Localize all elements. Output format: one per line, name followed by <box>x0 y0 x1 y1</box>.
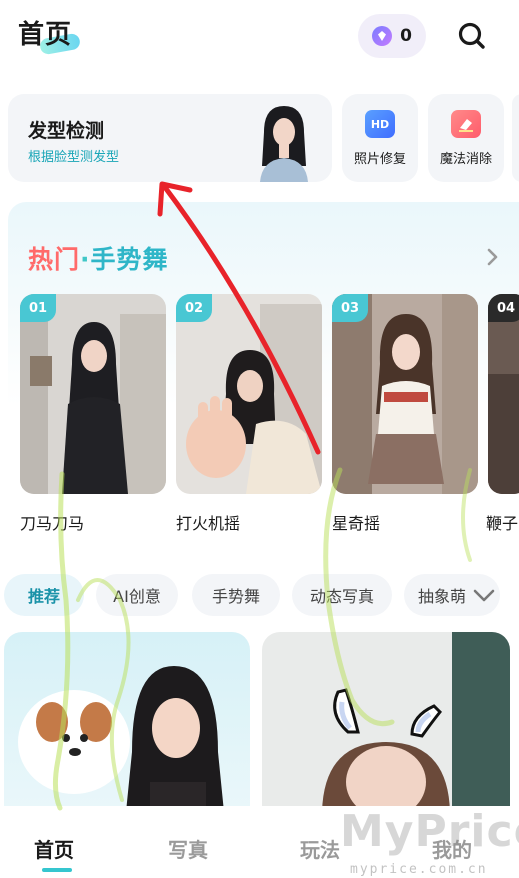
eraser-icon <box>451 110 481 138</box>
rank-badge: 02 <box>176 294 212 322</box>
rank-badge: 04 <box>488 294 519 322</box>
video-card-2[interactable]: 02 <box>176 294 322 494</box>
coin-balance-button[interactable]: 0 <box>358 14 426 58</box>
category-tab-recommend[interactable]: 推荐 <box>4 574 84 616</box>
photo-repair-button[interactable]: HD 照片修复 <box>342 94 418 182</box>
page-title: 首页 <box>18 20 73 50</box>
nav-tab-play[interactable]: 玩法 <box>300 834 340 863</box>
feed-card-1[interactable] <box>4 632 250 812</box>
video-title: 鞭子 <box>486 514 519 533</box>
hot-title-part-b: 手势舞 <box>90 245 169 274</box>
category-tab-gesture-dance[interactable]: 手势舞 <box>192 574 280 616</box>
video-title: 打火机摇 <box>176 514 241 533</box>
video-card-1[interactable]: 01 <box>20 294 166 494</box>
photo-repair-label: 照片修复 <box>353 152 406 167</box>
magic-erase-button[interactable]: 魔法消除 <box>428 94 504 182</box>
chevron-down-icon[interactable] <box>470 583 498 607</box>
portrait-image <box>260 106 308 182</box>
video-card-4[interactable]: 04 <box>488 294 519 494</box>
video-title: 星奇摇 <box>332 514 381 533</box>
nav-tab-mine[interactable]: 我的 <box>432 834 472 863</box>
video-thumbnail <box>176 294 322 494</box>
video-thumbnail <box>488 294 519 494</box>
hot-title-part-a: 热门 <box>28 245 81 274</box>
hot-title-dot: · <box>80 245 91 274</box>
magic-erase-label: 魔法消除 <box>439 152 492 167</box>
hair-detection-subtitle: 根据脸型测发型 <box>28 150 120 165</box>
feed-card-2[interactable] <box>262 632 510 812</box>
active-tab-indicator <box>42 868 72 872</box>
more-tool-card[interactable] <box>512 94 519 182</box>
coin-count: 0 <box>400 26 412 46</box>
hd-icon: HD <box>365 110 395 138</box>
rank-badge: 01 <box>20 294 56 322</box>
video-thumbnail <box>332 294 478 494</box>
hair-detection-title: 发型检测 <box>28 120 105 142</box>
hot-section-title: 热门·手势舞 <box>28 240 169 276</box>
video-title: 刀马刀马 <box>20 514 85 533</box>
feed-thumbnail <box>4 632 250 812</box>
category-tab-dynamic-photo[interactable]: 动态写真 <box>292 574 392 616</box>
gem-icon <box>372 26 393 46</box>
nav-tab-home[interactable]: 首页 <box>34 834 74 863</box>
video-card-3[interactable]: 03 <box>332 294 478 494</box>
video-thumbnail <box>20 294 166 494</box>
bottom-nav-bar: 首页 写真 玩法 我的 <box>0 806 519 878</box>
nav-tab-portrait[interactable]: 写真 <box>168 834 208 863</box>
search-icon <box>458 22 485 49</box>
hair-detection-card[interactable]: 发型检测 根据脸型测发型 <box>8 94 332 182</box>
rank-badge: 03 <box>332 294 368 322</box>
category-tab-ai-creative[interactable]: AI创意 <box>96 574 178 616</box>
feed-thumbnail <box>262 632 510 812</box>
top-bar: 首页 0 <box>0 0 519 72</box>
chevron-right-icon[interactable] <box>482 246 502 268</box>
search-button[interactable] <box>452 18 492 54</box>
